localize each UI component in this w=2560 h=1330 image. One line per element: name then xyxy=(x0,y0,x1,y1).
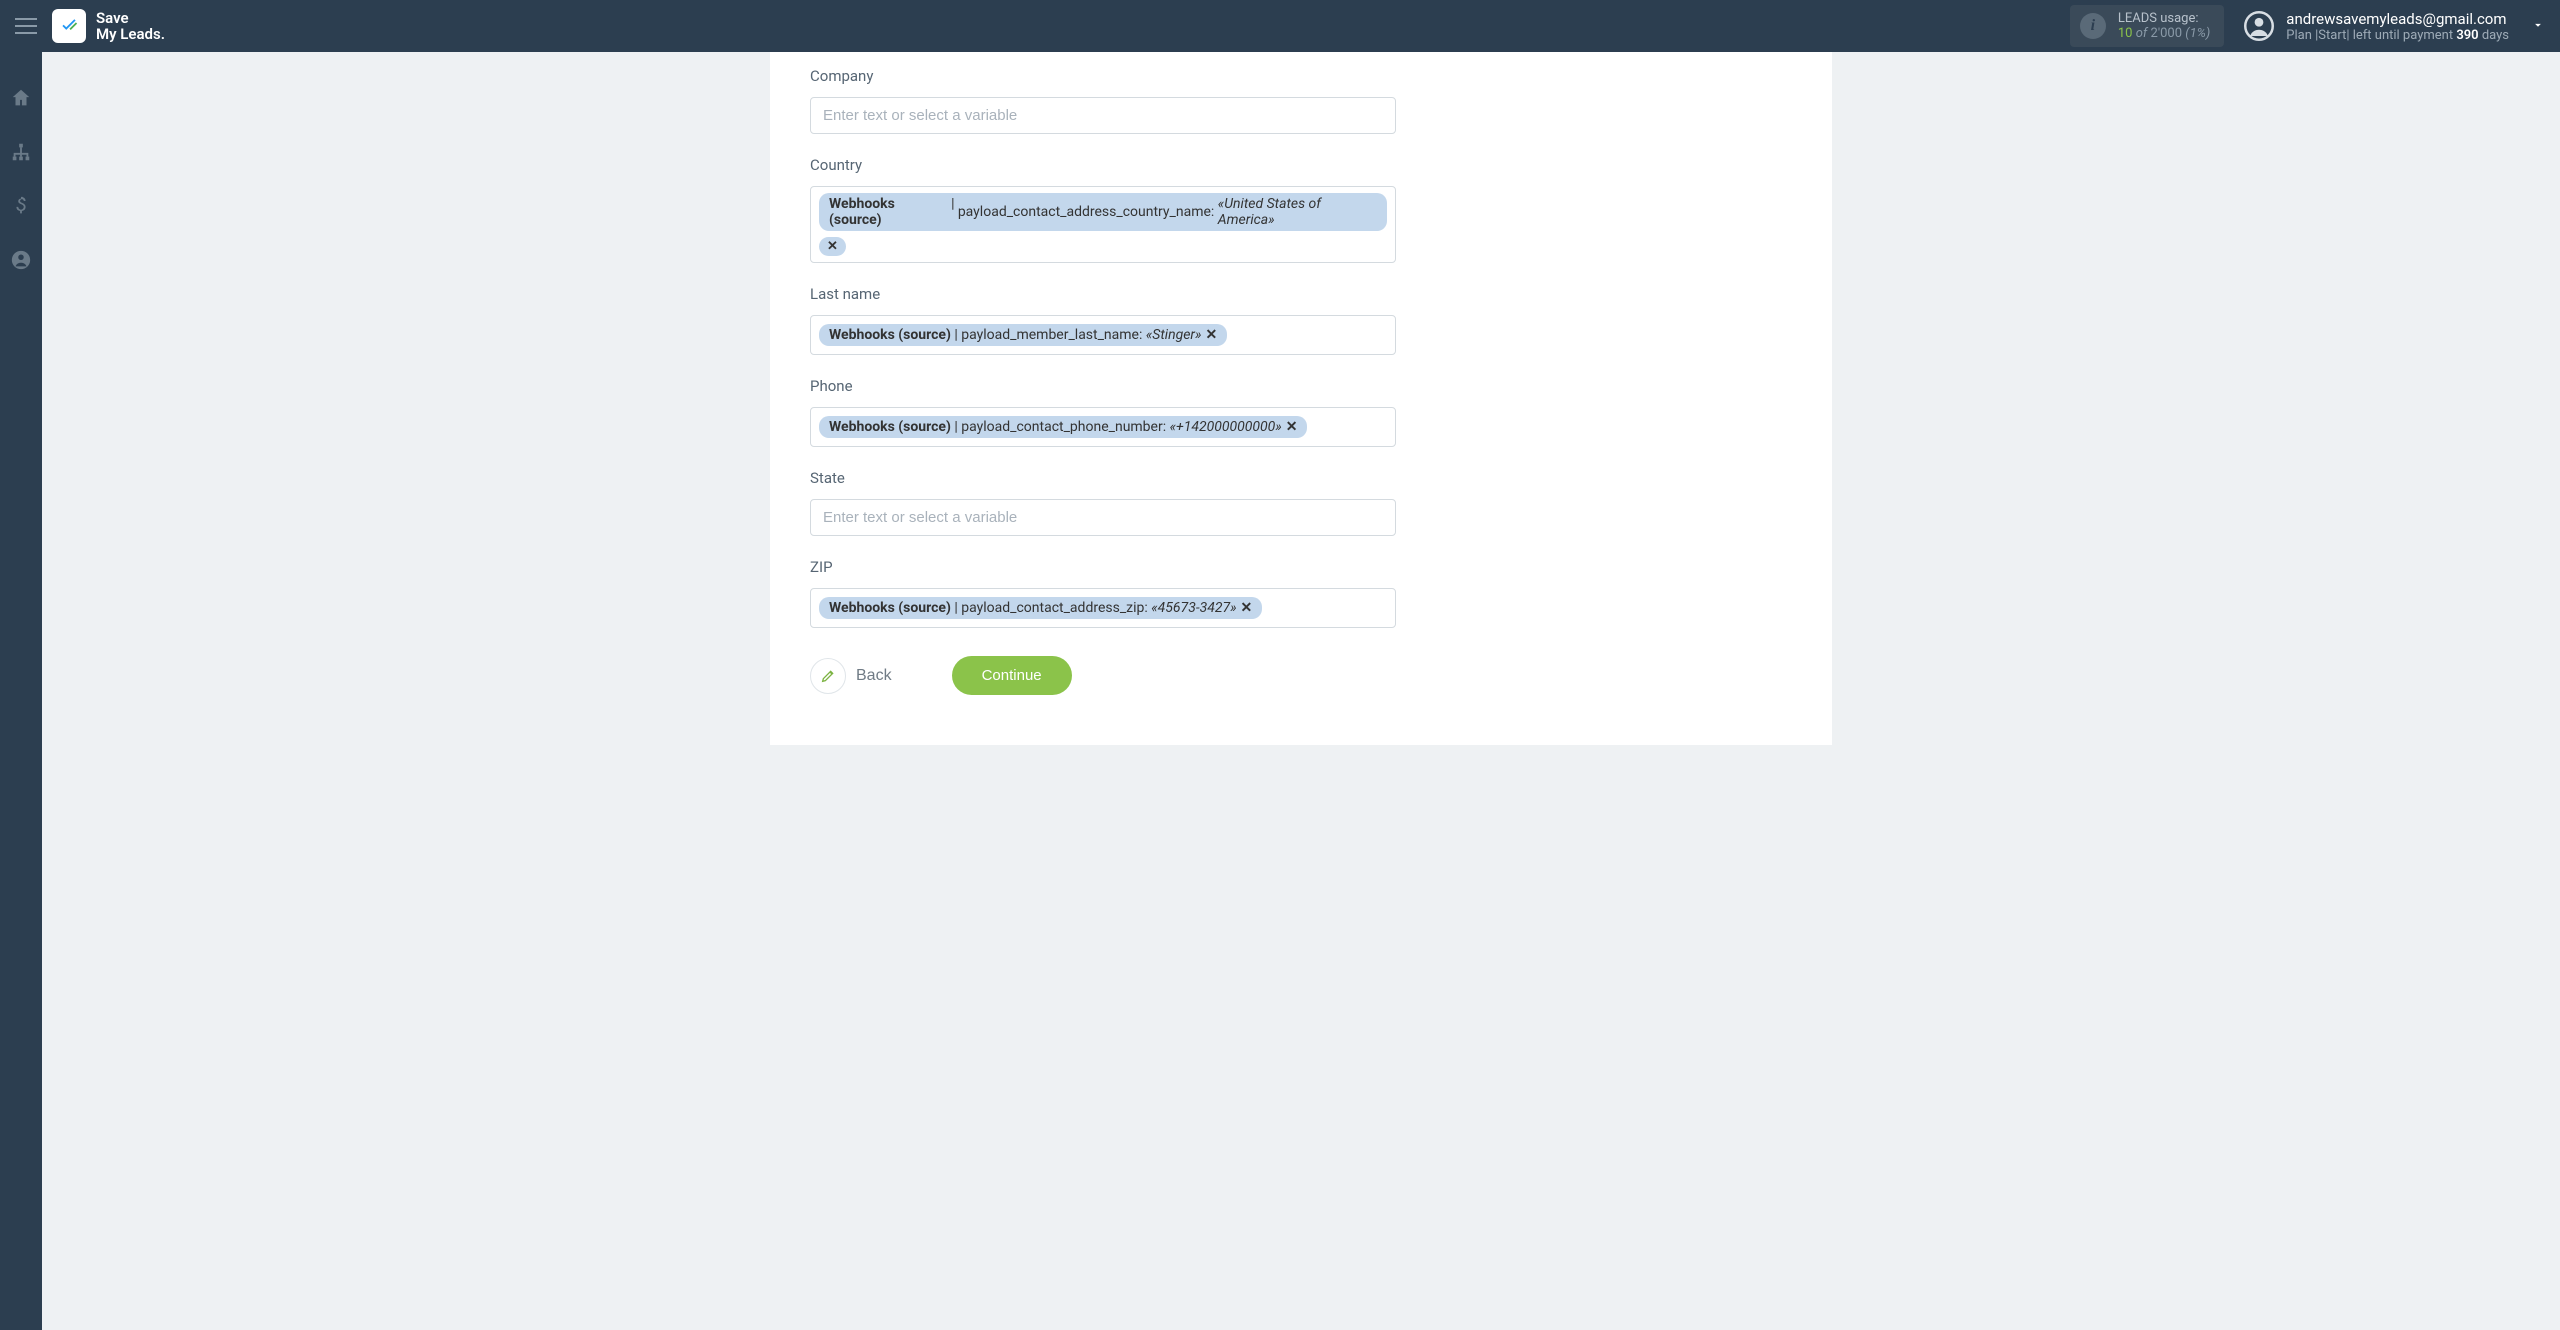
tag-example: «Stinger» xyxy=(1146,327,1202,343)
label-phone: Phone xyxy=(810,377,1396,395)
back-button[interactable]: Back xyxy=(810,658,892,694)
usage-total: 2'000 xyxy=(2151,26,2183,41)
input-country[interactable]: Webhooks (source) | payload_contact_addr… xyxy=(810,186,1396,263)
label-zip: ZIP xyxy=(810,558,1396,576)
label-state: State xyxy=(810,469,1396,487)
header-left: Save My Leads. xyxy=(15,9,165,43)
plan-prefix: Plan |Start| left until payment xyxy=(2286,28,2453,43)
input-company[interactable] xyxy=(810,97,1396,134)
field-company: Company xyxy=(810,67,1396,134)
tag-example: «45673-3427» xyxy=(1151,600,1236,616)
logo-line2: My Leads. xyxy=(96,26,165,43)
label-country: Country xyxy=(810,156,1396,174)
user-menu[interactable]: andrewsavemyleads@gmail.com Plan |Start|… xyxy=(2244,10,2545,43)
sidebar-billing-icon[interactable] xyxy=(10,195,32,221)
tag-remove-zip[interactable]: ✕ xyxy=(1241,600,1253,616)
continue-button[interactable]: Continue xyxy=(952,656,1072,695)
user-email: andrewsavemyleads@gmail.com xyxy=(2286,10,2509,28)
tag-remove-country[interactable]: ✕ xyxy=(819,237,846,256)
tag-country: Webhooks (source) | payload_contact_addr… xyxy=(819,193,1387,231)
tag-source: Webhooks (source) xyxy=(829,419,951,435)
app-header: Save My Leads. i LEADS usage: 10 of 2'00… xyxy=(0,0,2560,52)
sidebar-home-icon[interactable] xyxy=(10,87,32,113)
usage-label: LEADS usage: xyxy=(2118,11,2210,26)
tag-payload: payload_contact_address_zip: xyxy=(961,600,1148,616)
usage-value: 10 of 2'000 (1%) xyxy=(2118,26,2210,41)
logo-checkmark-icon xyxy=(52,9,86,43)
sidebar-nav xyxy=(0,52,42,1330)
tag-payload: payload_contact_phone_number: xyxy=(961,419,1166,435)
usage-current: 10 xyxy=(2118,26,2133,41)
main-content: Company Country Webhooks (source) | payl… xyxy=(42,52,2560,745)
field-last-name: Last name Webhooks (source) | payload_me… xyxy=(810,285,1396,355)
sidebar-connections-icon[interactable] xyxy=(10,141,32,167)
form-actions: Back Continue xyxy=(810,656,1396,695)
field-state: State xyxy=(810,469,1396,536)
tag-zip: Webhooks (source) | payload_contact_addr… xyxy=(819,597,1262,619)
logo-text: Save My Leads. xyxy=(96,10,165,43)
usage-percent: (1%) xyxy=(2185,26,2210,41)
tag-source: Webhooks (source) xyxy=(829,600,951,616)
form-card: Company Country Webhooks (source) | payl… xyxy=(770,52,1832,745)
label-last-name: Last name xyxy=(810,285,1396,303)
input-phone[interactable]: Webhooks (source) | payload_contact_phon… xyxy=(810,407,1396,447)
plan-days-word: days xyxy=(2482,28,2509,43)
tag-example: «+142000000000» xyxy=(1170,419,1282,435)
chevron-down-icon[interactable] xyxy=(2531,17,2545,36)
field-phone: Phone Webhooks (source) | payload_contac… xyxy=(810,377,1396,447)
back-label: Back xyxy=(856,667,892,685)
pencil-icon xyxy=(810,658,846,694)
usage-indicator: i LEADS usage: 10 of 2'000 (1%) xyxy=(2070,5,2224,47)
input-zip[interactable]: Webhooks (source) | payload_contact_addr… xyxy=(810,588,1396,628)
logo-line1: Save xyxy=(96,10,165,27)
tag-remove-phone[interactable]: ✕ xyxy=(1286,419,1298,435)
tag-source: Webhooks (source) xyxy=(829,327,951,343)
info-icon: i xyxy=(2080,13,2106,39)
input-last-name[interactable]: Webhooks (source) | payload_member_last_… xyxy=(810,315,1396,355)
usage-text: LEADS usage: 10 of 2'000 (1%) xyxy=(2118,11,2210,41)
user-info: andrewsavemyleads@gmail.com Plan |Start|… xyxy=(2286,10,2509,43)
input-state[interactable] xyxy=(810,499,1396,536)
menu-toggle-button[interactable] xyxy=(15,18,37,34)
field-zip: ZIP Webhooks (source) | payload_contact_… xyxy=(810,558,1396,628)
usage-of: of xyxy=(2136,26,2148,41)
tag-example: «United States of America» xyxy=(1218,196,1377,228)
tag-phone: Webhooks (source) | payload_contact_phon… xyxy=(819,416,1307,438)
plan-days-num: 390 xyxy=(2456,28,2478,43)
user-plan: Plan |Start| left until payment 390 days xyxy=(2286,28,2509,43)
label-company: Company xyxy=(810,67,1396,85)
tag-payload: payload_member_last_name: xyxy=(961,327,1142,343)
user-avatar-icon xyxy=(2244,11,2274,41)
tag-payload: payload_contact_address_country_name: xyxy=(958,204,1214,220)
header-right: i LEADS usage: 10 of 2'000 (1%) andrewsa… xyxy=(2070,5,2545,47)
form-inner: Company Country Webhooks (source) | payl… xyxy=(810,67,1396,695)
app-logo[interactable]: Save My Leads. xyxy=(52,9,165,43)
tag-remove-last-name[interactable]: ✕ xyxy=(1205,327,1217,343)
sidebar-account-icon[interactable] xyxy=(10,249,32,275)
field-country: Country Webhooks (source) | payload_cont… xyxy=(810,156,1396,263)
tag-last-name: Webhooks (source) | payload_member_last_… xyxy=(819,324,1227,346)
tag-source: Webhooks (source) xyxy=(829,196,948,228)
